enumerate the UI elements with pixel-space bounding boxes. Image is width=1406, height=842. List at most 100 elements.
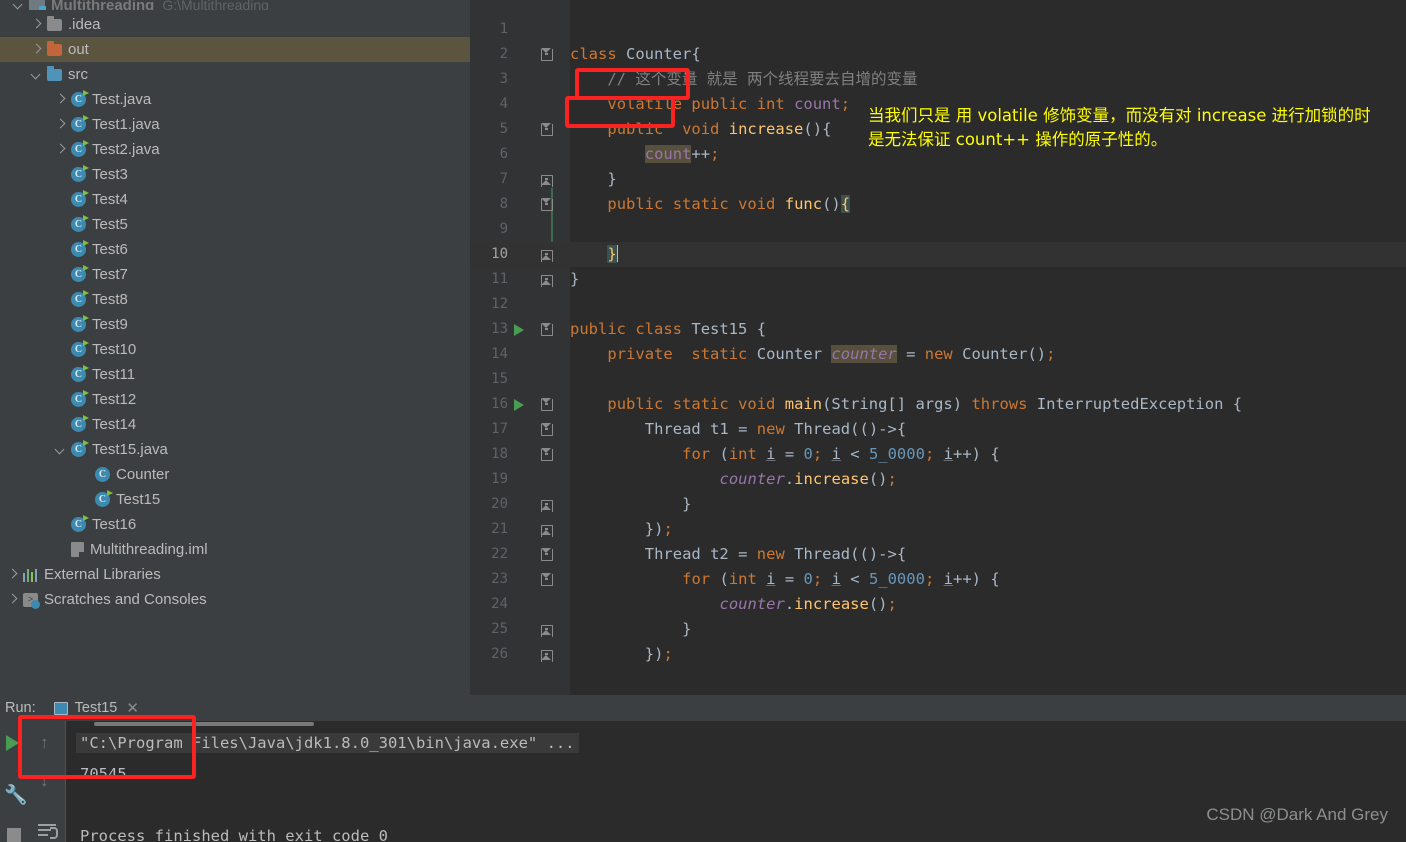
fold-open-icon[interactable]	[540, 447, 553, 462]
fold-close-icon[interactable]	[540, 497, 553, 512]
tree-item-counter[interactable]: C Counter	[0, 462, 470, 487]
fold-close-icon[interactable]	[540, 622, 553, 637]
line-number: 17	[491, 421, 508, 437]
tree-item-test11[interactable]: C Test11	[0, 362, 470, 387]
fold-open-icon[interactable]	[540, 422, 553, 437]
wrench-icon[interactable]: 🔧	[4, 783, 28, 807]
tree-item-test4[interactable]: C Test4	[0, 187, 470, 212]
fold-open-icon[interactable]	[540, 547, 553, 562]
tree-item-label: Multithreading.iml	[90, 541, 208, 558]
console-scrollbar[interactable]	[94, 722, 314, 726]
code-line-20[interactable]: 20 }	[470, 492, 1406, 517]
fold-close-icon[interactable]	[540, 272, 553, 287]
code-line-7[interactable]: 7 }	[470, 167, 1406, 192]
tree-item-out[interactable]: out	[0, 37, 470, 62]
stop-icon[interactable]	[7, 828, 21, 842]
arrow-down-icon[interactable]: ↓	[40, 771, 49, 791]
console-output[interactable]: "C:\Program Files\Java\jdk1.8.0_301\bin\…	[66, 721, 1406, 842]
chevron-right-icon[interactable]	[30, 44, 42, 56]
fold-close-icon[interactable]	[540, 647, 553, 662]
fold-close-icon[interactable]	[540, 172, 553, 187]
code-line-8[interactable]: 8 public static void func(){	[470, 192, 1406, 217]
code-line-10[interactable]: 10 }	[470, 242, 1406, 267]
project-tool-window[interactable]: .idea out src C Test.java C Test1.java C Test2.j…	[0, 0, 470, 695]
tree-item-test2-java[interactable]: C Test2.java	[0, 137, 470, 162]
fold-open-icon[interactable]	[540, 572, 553, 587]
close-icon[interactable]: ✕	[126, 699, 139, 717]
tree-item-test5[interactable]: C Test5	[0, 212, 470, 237]
fold-close-icon[interactable]	[540, 522, 553, 537]
java-class-icon: C	[71, 215, 89, 232]
chevron-right-icon[interactable]	[30, 19, 42, 31]
code-editor[interactable]: 1 2 class Counter{3 // 这个变量 就是 两个线程要去自增的变量…	[470, 0, 1406, 695]
run-gutter-icon[interactable]	[514, 324, 524, 336]
code-line-16[interactable]: 16 public static void main(String[] args…	[470, 392, 1406, 417]
tree-item-test12[interactable]: C Test12	[0, 387, 470, 412]
tree-item-multithreading-iml[interactable]: Multithreading.iml	[0, 537, 470, 562]
fold-open-icon[interactable]	[540, 397, 553, 412]
annotation-note-line1: 当我们只是 用 volatile 修饰变量，而没有对 increase 进行加锁…	[868, 106, 1371, 125]
code-line-23[interactable]: 23 for (int i = 0; i < 5_0000; i++) {	[470, 567, 1406, 592]
code-text: });	[644, 645, 673, 663]
code-text: public static void main(String[] args) t…	[607, 395, 1243, 413]
tree-item-external-libraries[interactable]: External Libraries	[0, 562, 470, 587]
chevron-down-icon[interactable]	[30, 69, 42, 81]
code-line-17[interactable]: 17 Thread t1 = new Thread(()->{	[470, 417, 1406, 442]
chevron-right-icon[interactable]	[54, 144, 66, 156]
code-line-21[interactable]: 21 });	[470, 517, 1406, 542]
code-line-9[interactable]: 9	[470, 217, 1406, 242]
tree-item-label: External Libraries	[44, 566, 161, 583]
code-line-18[interactable]: 18 for (int i = 0; i < 5_0000; i++) {	[470, 442, 1406, 467]
run-gutter-icon[interactable]	[514, 399, 524, 411]
tree-item-test1-java[interactable]: C Test1.java	[0, 112, 470, 137]
play-icon[interactable]	[6, 735, 19, 751]
code-line-2[interactable]: 2 class Counter{	[470, 42, 1406, 67]
console-line-output: 70545	[80, 765, 127, 783]
tree-item-test15-java[interactable]: C Test15.java	[0, 437, 470, 462]
tree-item-scratches-and-consoles[interactable]: > Scratches and Consoles	[0, 587, 470, 612]
tree-item-test9[interactable]: C Test9	[0, 312, 470, 337]
fold-open-icon[interactable]	[540, 122, 553, 137]
tree-item-test-java[interactable]: C Test.java	[0, 87, 470, 112]
chevron-right-icon[interactable]	[6, 569, 18, 581]
tree-item-test15[interactable]: C Test15	[0, 487, 470, 512]
tree-item-test3[interactable]: C Test3	[0, 162, 470, 187]
chevron-down-icon[interactable]	[12, 0, 24, 10]
tree-item-src[interactable]: src	[0, 62, 470, 87]
run-tab-test15[interactable]: Test15	[75, 700, 118, 716]
code-line-1[interactable]: 1	[470, 17, 1406, 42]
fold-open-icon[interactable]	[540, 197, 553, 212]
soft-wrap-icon[interactable]	[38, 823, 58, 839]
tree-item-test8[interactable]: C Test8	[0, 287, 470, 312]
code-line-11[interactable]: 11}	[470, 267, 1406, 292]
code-line-25[interactable]: 25 }	[470, 617, 1406, 642]
run-side-toolbar[interactable]: 🔧	[0, 721, 30, 842]
code-line-3[interactable]: 3 // 这个变量 就是 两个线程要去自增的变量	[470, 67, 1406, 92]
chevron-right-icon[interactable]	[54, 94, 66, 106]
code-line-12[interactable]: 12	[470, 292, 1406, 317]
arrow-up-icon[interactable]: ↑	[40, 733, 49, 753]
tree-item--idea[interactable]: .idea	[0, 12, 470, 37]
code-text: private static Counter counter = new Cou…	[607, 345, 1056, 363]
code-line-14[interactable]: 14 private static Counter counter = new …	[470, 342, 1406, 367]
code-line-26[interactable]: 26 });	[470, 642, 1406, 667]
fold-close-icon[interactable]	[540, 247, 553, 262]
tree-item-test6[interactable]: C Test6	[0, 237, 470, 262]
chevron-down-icon[interactable]	[54, 444, 66, 456]
fold-open-icon[interactable]	[540, 47, 553, 62]
code-line-24[interactable]: 24 counter.increase();	[470, 592, 1406, 617]
code-line-22[interactable]: 22 Thread t2 = new Thread(()->{	[470, 542, 1406, 567]
run-tool-window[interactable]: Run: Test15 ✕ 🔧 ↑ ↓ "C:\Program Files\Ja…	[0, 695, 1406, 842]
tree-item-test7[interactable]: C Test7	[0, 262, 470, 287]
code-line-15[interactable]: 15	[470, 367, 1406, 392]
tree-item-test10[interactable]: C Test10	[0, 337, 470, 362]
code-line-13[interactable]: 13 public class Test15 {	[470, 317, 1406, 342]
chevron-right-icon[interactable]	[54, 119, 66, 131]
tree-item-test14[interactable]: C Test14	[0, 412, 470, 437]
chevron-right-icon[interactable]	[6, 594, 18, 606]
code-line-19[interactable]: 19 counter.increase();	[470, 467, 1406, 492]
fold-open-icon[interactable]	[540, 322, 553, 337]
tree-item-test16[interactable]: C Test16	[0, 512, 470, 537]
console-side-toolbar[interactable]: ↑ ↓	[30, 721, 66, 842]
project-root-row[interactable]: Multithreading G:\Multithreading	[0, 0, 470, 10]
